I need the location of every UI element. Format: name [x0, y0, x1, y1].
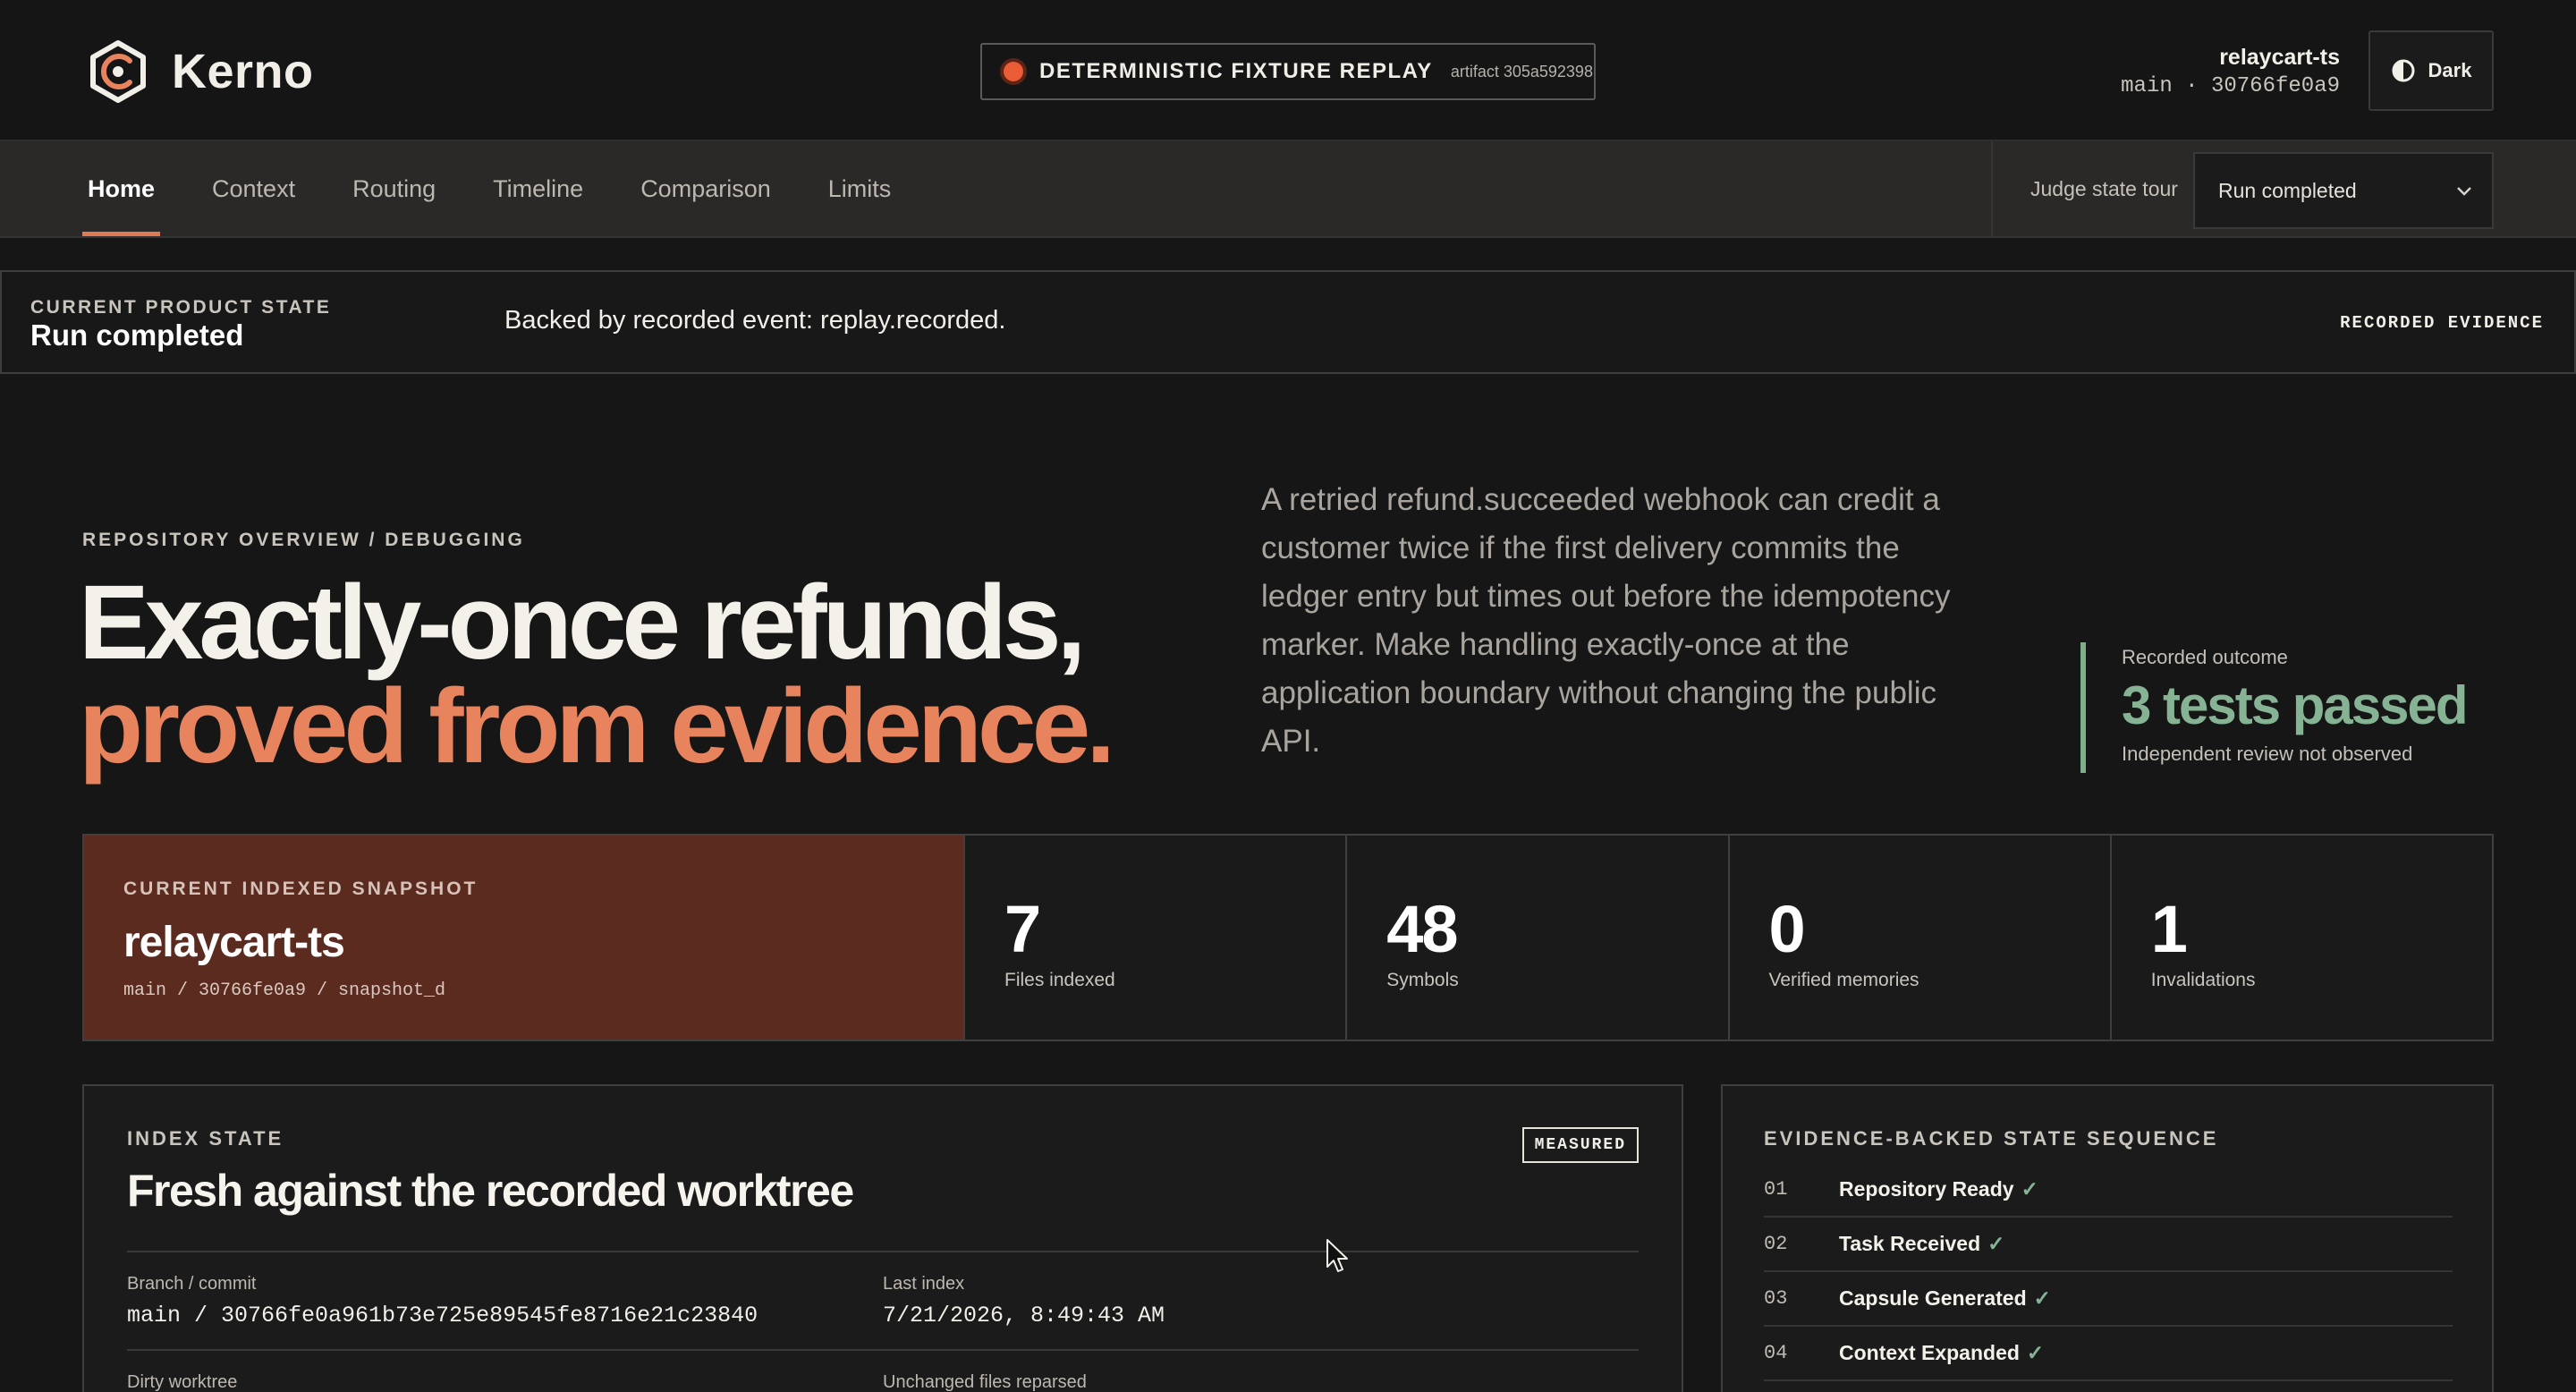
state-tour-select[interactable]: Run completed: [2193, 152, 2494, 229]
theme-toggle-button[interactable]: Dark: [2368, 30, 2494, 111]
tab-limits[interactable]: Limits: [823, 141, 897, 236]
brand-logo[interactable]: Kerno: [86, 39, 314, 104]
page-title: Exactly-once refunds, proved from eviden…: [79, 564, 1115, 785]
replay-mode-label: DETERMINISTIC FIXTURE REPLAY: [1039, 59, 1433, 83]
branch-commit-label: Branch / commit: [127, 1274, 257, 1294]
stat-invalidations: 1 Invalidations: [2111, 836, 2492, 1040]
record-dot-icon: [1004, 62, 1023, 81]
replay-mode-badge: DETERMINISTIC FIXTURE REPLAY artifact 30…: [980, 43, 1596, 100]
divider: [127, 1349, 1639, 1351]
outcome-label: Recorded outcome: [2122, 646, 2288, 668]
check-icon: ✓: [2033, 1286, 2051, 1310]
indexed-snapshot: CURRENT INDEXED SNAPSHOT relaycart-ts ma…: [82, 834, 2494, 1041]
title-line-1: Exactly-once refunds,: [79, 564, 1086, 682]
stat-value: 0: [1768, 892, 1806, 966]
sequence-caption: EVIDENCE-BACKED STATE SEQUENCE: [1764, 1127, 2219, 1150]
index-state-card: INDEX STATE MEASURED Fresh against the r…: [82, 1084, 1683, 1392]
tab-routing[interactable]: Routing: [347, 141, 441, 236]
stat-files-indexed: 7 Files indexed: [965, 836, 1348, 1040]
mouse-cursor-icon: [1326, 1239, 1348, 1272]
check-icon: ✓: [2021, 1177, 2038, 1201]
recorded-outcome: Recorded outcome 3 tests passed Independ…: [2080, 642, 2469, 773]
list-item: 04 Context Expanded ✓: [1764, 1327, 2453, 1381]
divider: [127, 1251, 1639, 1252]
contrast-icon: [2392, 59, 2415, 82]
repo-name: relaycart-ts: [2219, 45, 2340, 70]
step-name: Repository Ready: [1839, 1177, 2014, 1201]
stat-value: 1: [2150, 892, 2188, 966]
tab-home[interactable]: Home: [82, 141, 161, 236]
step-name: Context Expanded: [1839, 1341, 2020, 1364]
snapshot-caption: CURRENT INDEXED SNAPSHOT: [123, 878, 479, 899]
measured-badge: MEASURED: [1521, 1127, 1639, 1163]
state-caption: CURRENT PRODUCT STATE: [30, 297, 332, 318]
state-tour-selected: Run completed: [2218, 178, 2357, 202]
nav-tabs: Home Context Routing Timeline Comparison…: [82, 141, 943, 236]
tab-comparison[interactable]: Comparison: [635, 141, 776, 236]
artifact-id: artifact 305a592398: [1450, 62, 1593, 81]
index-state-title: Fresh against the recorded worktree: [127, 1166, 854, 1216]
stat-value: 48: [1386, 892, 1458, 966]
tab-timeline[interactable]: Timeline: [487, 141, 589, 236]
check-icon: ✓: [1987, 1232, 2005, 1255]
last-index-value: 7/21/2026, 8:49:43 AM: [883, 1303, 1165, 1328]
main-nav: Home Context Routing Timeline Comparison…: [0, 141, 2576, 238]
stat-label: Verified memories: [1768, 970, 1919, 990]
stat-verified-memories: 0 Verified memories: [1729, 836, 2112, 1040]
state-tour: Judge state tour: [1991, 141, 2178, 236]
step-number: 02: [1764, 1233, 1788, 1255]
outcome-value: 3 tests passed: [2122, 675, 2469, 735]
snapshot-path: main / 30766fe0a9 / snapshot_d: [123, 980, 446, 1001]
list-item: 02 Task Received ✓: [1764, 1218, 2453, 1272]
unchanged-files-label: Unchanged files reparsed: [883, 1372, 1087, 1392]
dirty-worktree-label: Dirty worktree: [127, 1372, 238, 1392]
recorded-evidence-tag: RECORDED EVIDENCE: [2340, 313, 2544, 333]
list-item: 03 Capsule Generated ✓: [1764, 1272, 2453, 1327]
stat-symbols: 48 Symbols: [1347, 836, 1730, 1040]
snapshot-repo: relaycart-ts: [123, 919, 345, 966]
sequence-list: 01 Repository Ready ✓ 02 Task Received ✓…: [1764, 1163, 2453, 1381]
step-name: Capsule Generated: [1839, 1286, 2027, 1310]
branch-commit-value: main / 30766fe0a961b73e725e89545fe8716e2…: [127, 1303, 758, 1328]
stat-label: Files indexed: [1004, 970, 1115, 990]
product-state-banner: CURRENT PRODUCT STATE Run completed Back…: [0, 270, 2576, 374]
title-line-2: proved from evidence.: [79, 667, 1115, 785]
outcome-note: Independent review not observed: [2122, 743, 2413, 765]
top-header: Kerno DETERMINISTIC FIXTURE REPLAY artif…: [0, 0, 2576, 141]
step-number: 03: [1764, 1287, 1788, 1310]
repo-info: relaycart-ts main · 30766fe0a9: [2121, 45, 2340, 98]
index-state-caption: INDEX STATE: [127, 1127, 284, 1150]
state-sequence-card: EVIDENCE-BACKED STATE SEQUENCE 01 Reposi…: [1721, 1084, 2494, 1392]
list-item: 01 Repository Ready ✓: [1764, 1163, 2453, 1218]
tab-context[interactable]: Context: [207, 141, 301, 236]
stat-label: Invalidations: [2150, 970, 2256, 990]
state-event-text: Backed by recorded event: replay.recorde…: [504, 306, 1006, 335]
chevron-down-icon: [2457, 187, 2471, 196]
stat-value: 7: [1004, 892, 1041, 966]
step-number: 04: [1764, 1342, 1788, 1364]
check-icon: ✓: [2026, 1341, 2045, 1364]
page-eyebrow: REPOSITORY OVERVIEW / DEBUGGING: [82, 530, 525, 550]
snapshot-summary: CURRENT INDEXED SNAPSHOT relaycart-ts ma…: [84, 836, 965, 1040]
brand-name: Kerno: [172, 45, 314, 98]
last-index-label: Last index: [883, 1274, 965, 1294]
task-description: A retried refund.succeeded webhook can c…: [1261, 482, 1951, 759]
step-name: Task Received: [1839, 1232, 1981, 1255]
stat-label: Symbols: [1386, 970, 1459, 990]
kerno-logo-icon: [90, 40, 146, 103]
theme-toggle-label: Dark: [2428, 59, 2472, 81]
state-value: Run completed: [30, 318, 244, 352]
step-number: 01: [1764, 1178, 1788, 1201]
repo-commit: main · 30766fe0a9: [2121, 74, 2340, 98]
state-tour-label: Judge state tour: [2030, 176, 2178, 200]
